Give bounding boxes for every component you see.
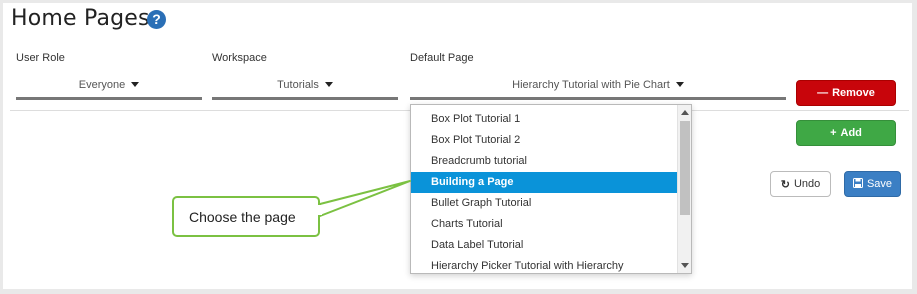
scroll-thumb[interactable] bbox=[680, 121, 690, 215]
add-button[interactable]: + Add bbox=[796, 120, 896, 146]
list-scrollbar[interactable] bbox=[677, 105, 691, 273]
floppy-disk-icon bbox=[852, 178, 863, 190]
scroll-up-arrow-icon[interactable] bbox=[681, 110, 689, 115]
caret-down-icon bbox=[675, 82, 684, 87]
save-button[interactable]: Save bbox=[844, 171, 901, 197]
header-default-page: Default Page bbox=[410, 52, 474, 64]
question-circle-icon[interactable]: ? bbox=[147, 10, 166, 29]
remove-button[interactable]: — Remove bbox=[796, 80, 896, 106]
default-page-dropdown[interactable]: Hierarchy Tutorial with Pie Chart bbox=[410, 72, 786, 100]
default-page-options-list[interactable]: Box Plot Tutorial 1 Box Plot Tutorial 2 … bbox=[410, 104, 692, 274]
list-item[interactable]: Charts Tutorial bbox=[411, 214, 677, 235]
undo-button[interactable]: ↻ Undo bbox=[770, 171, 831, 197]
callout-text: Choose the page bbox=[189, 208, 296, 225]
minus-icon: — bbox=[817, 87, 829, 99]
user-role-dropdown[interactable]: Everyone bbox=[16, 72, 202, 100]
undo-label: Undo bbox=[793, 178, 821, 190]
list-item[interactable]: Data Label Tutorial bbox=[411, 235, 677, 256]
workspace-dropdown[interactable]: Tutorials bbox=[212, 72, 398, 100]
list-item[interactable]: Hierarchy Picker Tutorial with Hierarchy bbox=[411, 256, 677, 273]
remove-label: Remove bbox=[832, 87, 875, 99]
save-label: Save bbox=[866, 178, 893, 190]
default-page-value: Hierarchy Tutorial with Pie Chart bbox=[512, 78, 670, 91]
page-title: Home Pages bbox=[11, 6, 150, 31]
list-item[interactable]: Box Plot Tutorial 2 bbox=[411, 130, 677, 151]
callout-box: Choose the page bbox=[172, 196, 320, 237]
header-workspace: Workspace bbox=[212, 52, 267, 64]
list-item-selected[interactable]: Building a Page bbox=[411, 172, 677, 193]
scroll-down-arrow-icon[interactable] bbox=[681, 263, 689, 268]
user-role-value: Everyone bbox=[78, 78, 126, 91]
list-item[interactable]: Breadcrumb tutorial bbox=[411, 151, 677, 172]
header-user-role: User Role bbox=[16, 52, 65, 64]
list-item[interactable]: Box Plot Tutorial 1 bbox=[411, 109, 677, 130]
plus-icon: + bbox=[830, 127, 837, 139]
undo-icon: ↻ bbox=[780, 178, 790, 191]
list-item[interactable]: Bullet Graph Tutorial bbox=[411, 193, 677, 214]
add-label: Add bbox=[840, 127, 862, 139]
caret-down-icon bbox=[324, 82, 333, 87]
caret-down-icon bbox=[131, 82, 140, 87]
workspace-value: Tutorials bbox=[277, 78, 319, 91]
